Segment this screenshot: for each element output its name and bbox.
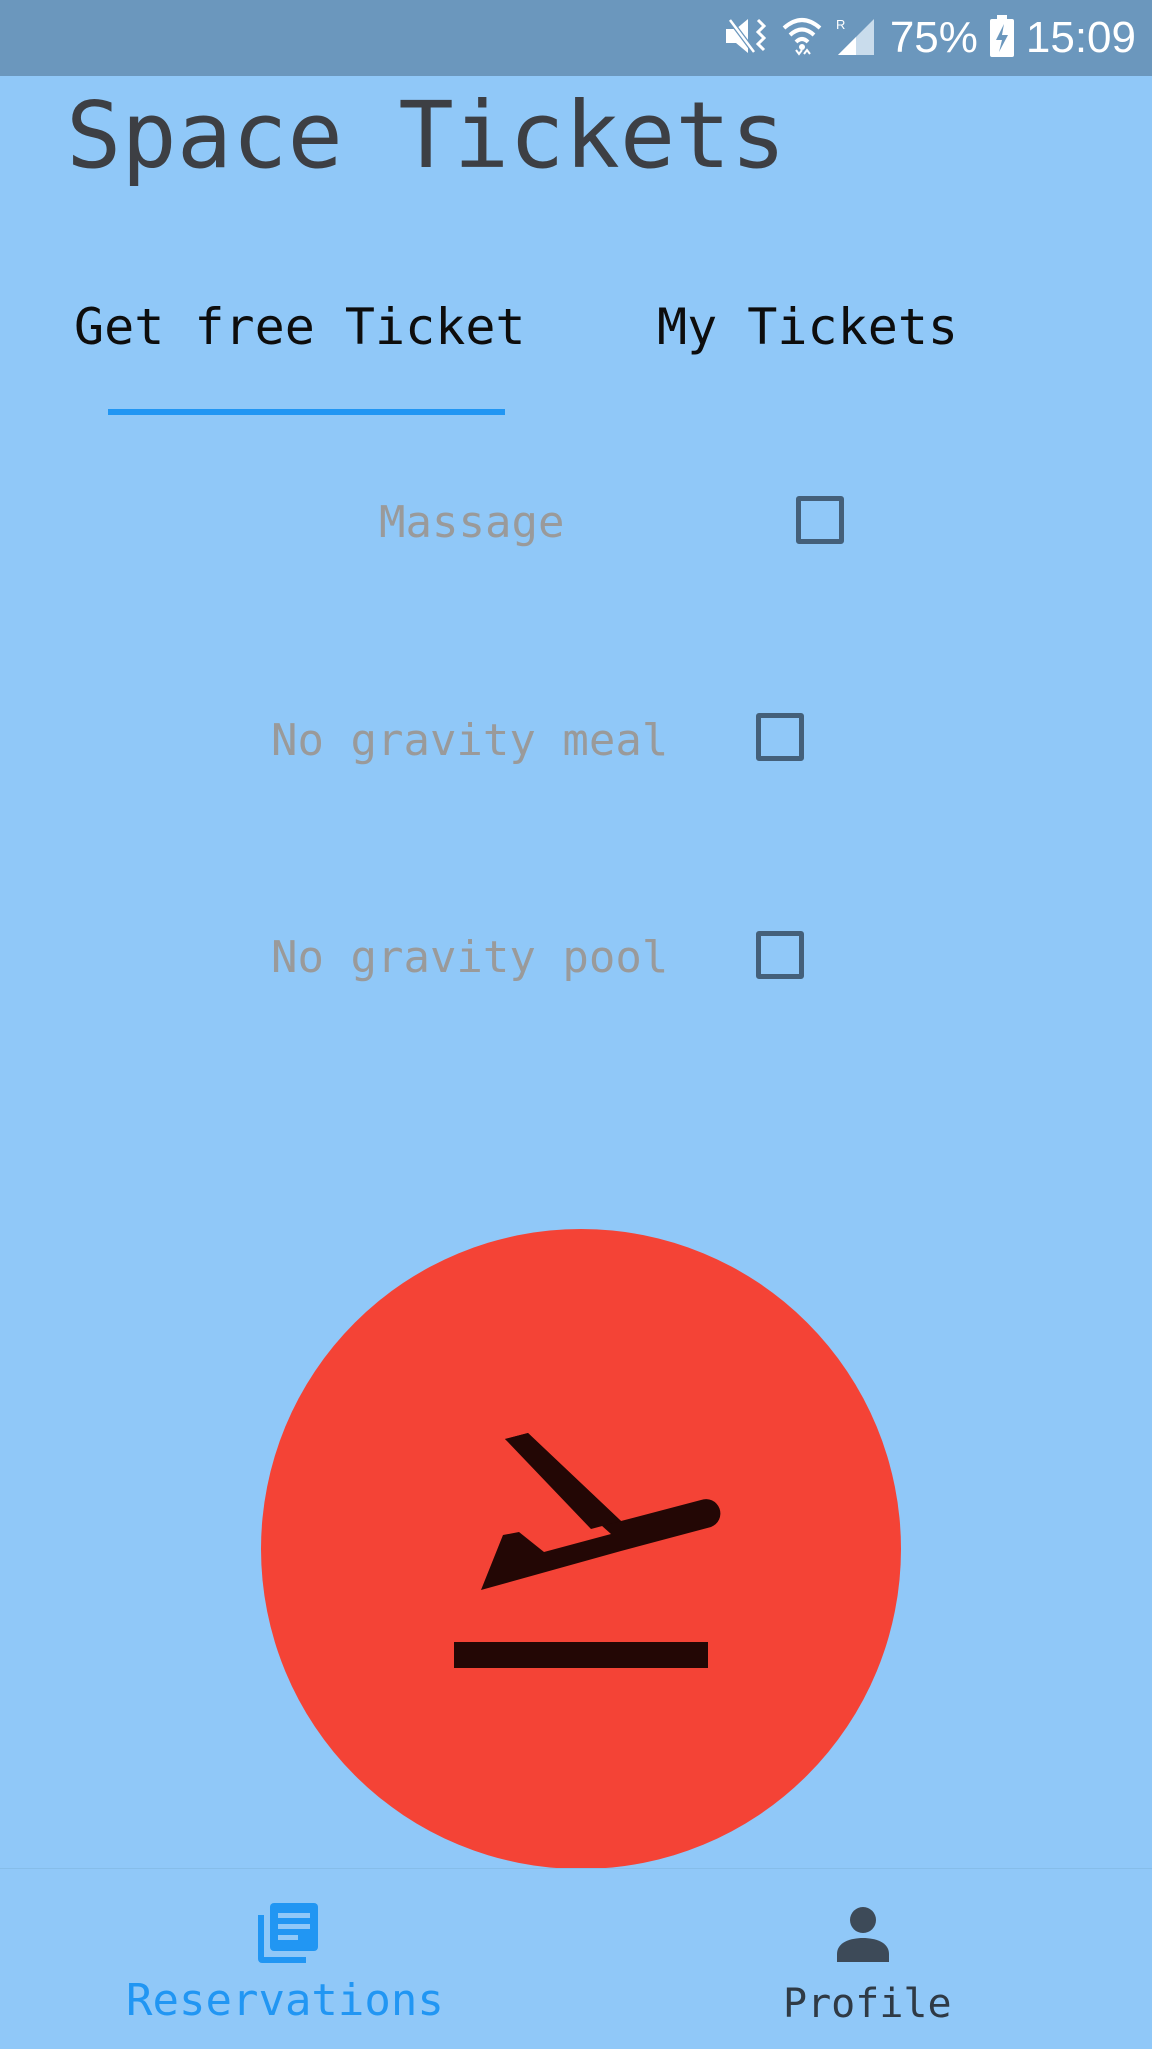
checkbox-massage[interactable] xyxy=(796,496,844,544)
option-label-no-gravity-pool: No gravity pool xyxy=(271,932,669,983)
svg-text:R: R xyxy=(836,17,845,32)
wifi-icon xyxy=(782,16,822,61)
takeoff-button[interactable] xyxy=(261,1229,901,1869)
flight-takeoff-icon xyxy=(454,1433,721,1668)
nav-item-profile[interactable]: Profile xyxy=(576,1869,1152,2049)
battery-charging-icon xyxy=(989,14,1014,62)
tab-get-free-ticket[interactable]: Get free Ticket xyxy=(74,298,526,356)
status-bar: R 75% 15:09 xyxy=(0,0,1152,76)
checkbox-no-gravity-meal[interactable] xyxy=(756,713,804,761)
bottom-navigation: Reservations Profile xyxy=(0,1868,1152,2049)
option-label-no-gravity-meal: No gravity meal xyxy=(271,715,669,766)
page-title: Space Tickets xyxy=(66,82,787,189)
mute-icon xyxy=(724,16,770,61)
signal-icon: R xyxy=(834,15,878,62)
tab-my-tickets[interactable]: My Tickets xyxy=(657,298,958,356)
status-icons: R 75% 15:09 xyxy=(724,0,1136,76)
nav-item-reservations[interactable]: Reservations xyxy=(0,1869,576,2049)
library-books-icon xyxy=(254,1901,320,1971)
nav-label-profile: Profile xyxy=(783,1981,952,2027)
person-icon xyxy=(835,1906,891,1966)
nav-label-reservations: Reservations xyxy=(126,1975,444,2026)
status-time: 15:09 xyxy=(1025,13,1136,62)
battery-percent: 75% xyxy=(889,13,978,62)
tab-indicator xyxy=(108,409,505,415)
option-label-massage: Massage xyxy=(379,497,565,548)
checkbox-no-gravity-pool[interactable] xyxy=(756,931,804,979)
